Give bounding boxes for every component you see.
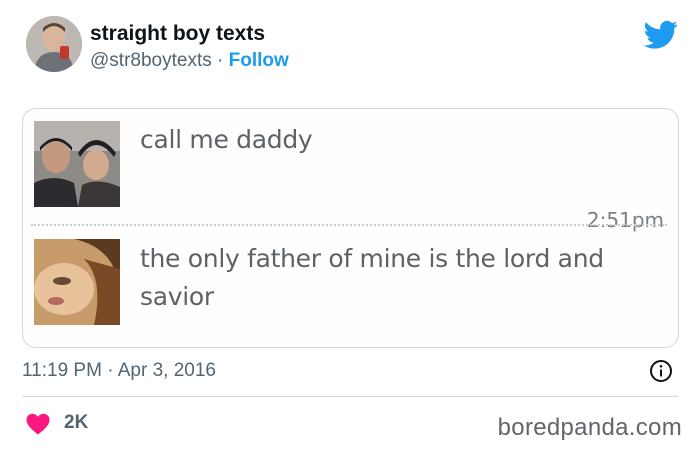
message-divider xyxy=(31,224,667,226)
info-icon[interactable] xyxy=(649,359,673,383)
message-time: 2:51pm xyxy=(586,208,664,232)
watermark: boredpanda.com xyxy=(497,414,682,441)
message-text: the only father of mine is the lord and … xyxy=(140,244,604,311)
separator: · xyxy=(217,50,224,71)
handle-line: @str8boytexts · Follow xyxy=(90,50,289,72)
tweet-timestamp[interactable]: 11:19 PM · Apr 3, 2016 xyxy=(22,360,216,382)
divider xyxy=(22,396,678,397)
display-name[interactable]: straight boy texts xyxy=(90,22,265,46)
heart-icon xyxy=(26,413,50,435)
avatar[interactable] xyxy=(26,16,82,72)
tweet-header: straight boy texts @str8boytexts · Follo… xyxy=(0,0,700,90)
message-text: call me daddy xyxy=(140,125,313,154)
recipient-photo xyxy=(34,239,120,325)
media-card[interactable]: call me daddy 2:51pm the only father of … xyxy=(22,108,679,348)
handle[interactable]: @str8boytexts xyxy=(90,50,212,71)
twitter-bird-icon[interactable] xyxy=(644,20,678,50)
sender-photo xyxy=(34,121,120,207)
follow-button[interactable]: Follow xyxy=(229,50,289,71)
like-count: 2K xyxy=(64,412,89,433)
